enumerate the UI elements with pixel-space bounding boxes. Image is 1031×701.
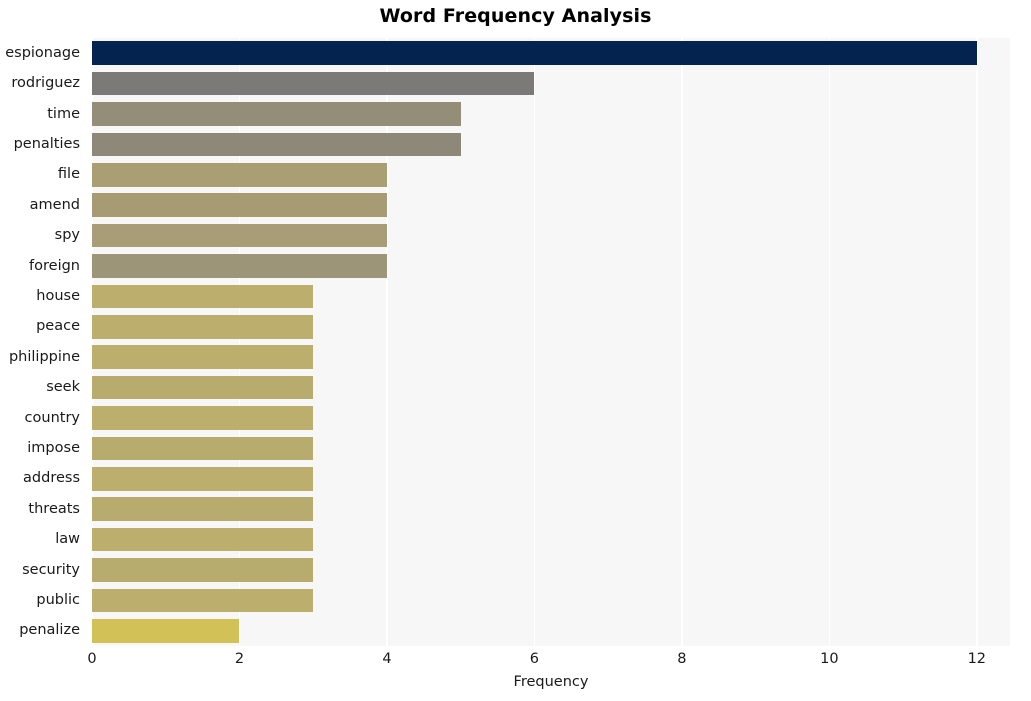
y-axis-label-impose: impose bbox=[27, 439, 80, 456]
bar-row bbox=[92, 588, 1010, 613]
bar-espionage[interactable] bbox=[92, 41, 977, 66]
bar-row bbox=[92, 314, 1010, 339]
y-axis-label-peace: peace bbox=[36, 318, 80, 335]
bar-row bbox=[92, 132, 1010, 157]
bar-law[interactable] bbox=[92, 527, 314, 552]
bar-rodriguez[interactable] bbox=[92, 71, 535, 96]
bar-row bbox=[92, 71, 1010, 96]
bar-row bbox=[92, 345, 1010, 370]
bar-row bbox=[92, 558, 1010, 582]
bar-security[interactable] bbox=[92, 558, 314, 582]
bar-row bbox=[92, 375, 1010, 400]
y-axis-label-rodriguez: rodriguez bbox=[11, 75, 80, 92]
bar-row bbox=[92, 497, 1010, 522]
bar-row bbox=[92, 406, 1010, 430]
bar-country[interactable] bbox=[92, 406, 314, 430]
bar-row bbox=[92, 41, 1010, 66]
bar-public[interactable] bbox=[92, 588, 314, 613]
bar-row bbox=[92, 162, 1010, 187]
x-axis-tick-0: 0 bbox=[87, 651, 97, 667]
y-axis-label-security: security bbox=[22, 561, 80, 578]
bar-spy[interactable] bbox=[92, 223, 387, 248]
bar-row bbox=[92, 254, 1010, 278]
bar-amend[interactable] bbox=[92, 193, 387, 218]
bar-row bbox=[92, 466, 1010, 491]
y-axis-label-espionage: espionage bbox=[5, 44, 80, 61]
chart-figure: Word Frequency Analysis espionage rodrigu… bbox=[0, 0, 1031, 701]
x-axis-tick-10: 10 bbox=[820, 651, 839, 667]
bar-row bbox=[92, 102, 1010, 126]
x-axis-tick-12: 12 bbox=[967, 651, 987, 667]
bar-row bbox=[92, 284, 1010, 309]
x-axis-tick-labels: 0 2 4 6 8 10 12 bbox=[0, 646, 1031, 676]
bar-row bbox=[92, 527, 1010, 552]
y-axis-label-penalize: penalize bbox=[19, 622, 80, 639]
chart-title: Word Frequency Analysis bbox=[379, 5, 652, 27]
bar-file[interactable] bbox=[92, 162, 387, 187]
y-axis-label-philippine: philippine bbox=[8, 348, 80, 365]
y-axis-labels: espionage rodriguez time penalties file amend… bbox=[0, 38, 86, 646]
bar-address[interactable] bbox=[92, 466, 314, 491]
bar-threats[interactable] bbox=[92, 497, 314, 522]
y-axis-label-penalties: penalties bbox=[13, 135, 80, 152]
bar-penalize[interactable] bbox=[92, 618, 240, 643]
bar-row bbox=[92, 223, 1010, 248]
bar-row bbox=[92, 618, 1010, 643]
x-axis-title: Frequency bbox=[513, 674, 589, 690]
bar-impose[interactable] bbox=[92, 436, 314, 461]
y-axis-label-foreign: foreign bbox=[29, 257, 80, 274]
y-axis-label-spy: spy bbox=[54, 227, 80, 244]
x-axis-tick-8: 8 bbox=[677, 651, 687, 667]
bar-penalties[interactable] bbox=[92, 132, 461, 157]
bar-row bbox=[92, 436, 1010, 461]
y-axis-label-seek: seek bbox=[46, 379, 80, 396]
bar-time[interactable] bbox=[92, 102, 461, 126]
y-axis-label-house: house bbox=[36, 287, 80, 304]
plot-area bbox=[92, 38, 1010, 646]
x-axis-tick-2: 2 bbox=[234, 651, 245, 667]
bar-seek[interactable] bbox=[92, 375, 314, 400]
y-axis-label-threats: threats bbox=[28, 500, 80, 517]
x-axis-tick-4: 4 bbox=[382, 651, 392, 667]
y-axis-label-law: law bbox=[55, 531, 80, 548]
bar-peace[interactable] bbox=[92, 314, 314, 339]
y-axis-label-time: time bbox=[47, 105, 80, 122]
y-axis-label-address: address bbox=[23, 470, 80, 487]
bar-foreign[interactable] bbox=[92, 254, 387, 278]
y-axis-label-amend: amend bbox=[29, 196, 80, 213]
bar-house[interactable] bbox=[92, 284, 314, 309]
bar-row bbox=[92, 193, 1010, 218]
bar-philippine[interactable] bbox=[92, 345, 314, 370]
x-axis-tick-6: 6 bbox=[529, 651, 540, 667]
bars-container bbox=[92, 38, 1010, 646]
y-axis-label-country: country bbox=[24, 409, 80, 426]
y-axis-label-file: file bbox=[57, 166, 80, 183]
y-axis-label-public: public bbox=[36, 591, 80, 608]
